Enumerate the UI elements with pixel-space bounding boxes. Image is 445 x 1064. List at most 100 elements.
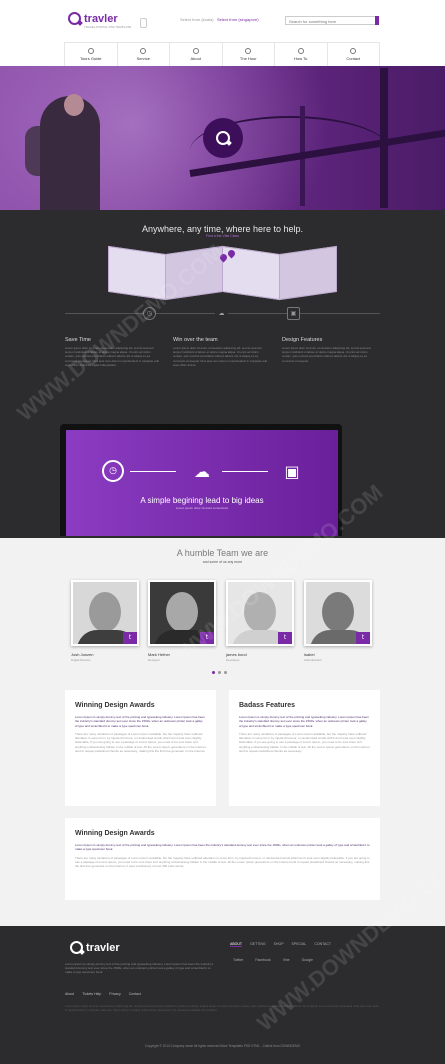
nav-icon (245, 48, 252, 54)
card-lead: Lorem Ipsum is simply dummy text of the … (75, 715, 205, 728)
cloud-icon: ☁ (194, 461, 210, 481)
feature-title: Design Features (282, 337, 323, 343)
footer-tab[interactable]: SHOP (274, 942, 284, 947)
search-input[interactable]: Search for something here (285, 16, 379, 25)
team-member-card: t Mark Hefner Designer (148, 580, 220, 662)
feature-text: Lorem ipsum dolor sit amet, consectetur … (282, 346, 371, 363)
about-subtitle-link[interactable]: Find a the Vital Class (0, 234, 445, 238)
nav-icon (140, 48, 147, 54)
feature-design: Design Features Lorem ipsum dolor sit am… (282, 337, 377, 363)
nav-item-the-hour[interactable]: The Hour (221, 43, 275, 66)
team-title: A humble Team we are (176, 548, 269, 558)
member-photo: t (304, 580, 372, 646)
team-member-card: t james bond Developer (226, 580, 298, 662)
location-select-to[interactable]: Select from (singapore) (217, 17, 259, 22)
member-photo: t (226, 580, 294, 646)
footer-link[interactable]: Tickets Help (82, 992, 101, 996)
hero-banner (0, 66, 445, 210)
twitter-icon[interactable]: t (278, 632, 292, 644)
card-title: Badass Features (239, 702, 296, 709)
member-role: Digital Director (71, 658, 91, 662)
hero-badge[interactable] (203, 118, 243, 158)
logo-tagline: TRAVEL PORTAL PSD TEMPLATE (84, 25, 132, 29)
footer-link[interactable]: Contact (129, 992, 141, 996)
user-icon[interactable] (140, 18, 147, 28)
card-body: There are many variations of passages of… (239, 731, 370, 754)
feature-title: Save Time (65, 337, 91, 343)
footer-tab[interactable]: ABOUT (230, 942, 243, 947)
card-lead: Lorem Ipsum is simply dummy text of the … (239, 715, 369, 728)
member-photo: t (71, 580, 139, 646)
facebook-link[interactable]: Facebook (255, 958, 270, 962)
feature-title: Win over the team (173, 337, 218, 343)
nav-item-service[interactable]: Service (116, 43, 170, 66)
nav-icon (87, 48, 94, 54)
feature-save-time: Save Time Lorem ipsum dolor sit amet, co… (65, 337, 160, 367)
clock-icon: ◷ (143, 307, 156, 320)
nav-label: Service (136, 56, 150, 61)
logo-text: travler (86, 941, 120, 954)
footer-link[interactable]: Privacy (109, 992, 120, 996)
carousel-dots (212, 671, 227, 674)
feature-win-team: Win over the team Lorem ipsum dolor sit … (173, 337, 268, 367)
footer-copyright: Copyright © 2014 Company name All rights… (144, 1044, 301, 1048)
about-title: Anywhere, any time, where here to help. (141, 224, 304, 234)
logo-icon (70, 941, 83, 954)
footer-logo[interactable]: travler (70, 941, 120, 954)
logo-text: travler (84, 12, 118, 25)
nav-icon (350, 48, 357, 54)
carousel-dot[interactable] (212, 671, 215, 674)
nav-item-how-to[interactable]: How To (274, 43, 327, 66)
footer-tabs: ABOUT GETTING SHOP SPECIAL CONTACT (230, 942, 331, 947)
info-card-wide: Winning Design Awards Lorem Ipsum is sim… (65, 818, 380, 900)
member-role: Designer (148, 658, 161, 662)
team-member-card: t isabel Administrator (304, 580, 376, 662)
search-button[interactable] (375, 16, 379, 25)
twitter-link[interactable]: Twitter (233, 958, 243, 962)
footer-fine-print: Lorem ipsum dolor sit amet, consectetur … (65, 1004, 380, 1012)
card-lead: Lorem Ipsum is simply dummy text of the … (75, 843, 370, 852)
carousel-dot[interactable] (224, 671, 227, 674)
feature-text: Lorem ipsum dolor sit amet, consectetur … (173, 346, 267, 367)
screen-subtitle: Lorem ipsum dolor sit amet consectetur (175, 506, 229, 510)
card-body: There are many variations of passages of… (75, 855, 370, 869)
monitor-screen: ◷ ☁ ▣ A simple begining lead to big idea… (66, 430, 338, 536)
twitter-icon[interactable]: t (123, 632, 137, 644)
carousel-dot[interactable] (218, 671, 221, 674)
box-icon: ▣ (287, 307, 300, 320)
logo-icon (68, 12, 81, 25)
info-card: Winning Design Awards Lorem Ipsum is sim… (65, 690, 216, 806)
nav-label: The Hour (239, 56, 257, 61)
twitter-icon[interactable]: t (200, 632, 214, 644)
member-photo: t (148, 580, 216, 646)
member-name: Josh Janzen (71, 652, 94, 657)
screen-title: A simple begining lead to big ideas (140, 496, 264, 505)
nav-item-about[interactable]: About (169, 43, 222, 66)
footer-tab[interactable]: GETTING (250, 942, 266, 947)
nav-item-tours-guide[interactable]: Tours Guide (64, 43, 117, 66)
nav-icon (297, 48, 304, 54)
nav-item-contact[interactable]: Contact (326, 43, 380, 66)
google-link[interactable]: Google (302, 958, 313, 962)
member-role: Administrator (304, 658, 322, 662)
team-member-card: t Josh Janzen Digital Director (71, 580, 143, 662)
footer-tab[interactable]: SPECIAL (292, 942, 307, 947)
footer-links: About Tickets Help Privacy Contact (65, 992, 141, 996)
footer-social: Twitter Facebook Vine Google (233, 958, 313, 962)
nav-icon (192, 48, 199, 54)
footer-description: Lorem Ipsum is simply dummy text of the … (65, 962, 214, 975)
clock-icon: ◷ (102, 460, 124, 482)
card-title: Winning Design Awards (75, 702, 155, 709)
twitter-icon[interactable]: t (356, 632, 370, 644)
vine-link[interactable]: Vine (283, 958, 290, 962)
folded-map-image (108, 245, 338, 301)
site-logo[interactable]: travler TRAVEL PORTAL PSD TEMPLATE (68, 12, 131, 29)
footer-tab[interactable]: CONTACT (314, 942, 331, 947)
location-select-from[interactable]: Select from (kuala) (180, 17, 214, 22)
card-title: Winning Design Awards (75, 830, 155, 837)
nav-label: Contact (346, 56, 361, 61)
cloud-icon: ☁ (215, 307, 228, 320)
info-card: Badass Features Lorem Ipsum is simply du… (229, 690, 380, 806)
footer-link[interactable]: About (65, 992, 74, 996)
main-nav: Tours Guide Service About The Hour How T… (64, 42, 380, 66)
